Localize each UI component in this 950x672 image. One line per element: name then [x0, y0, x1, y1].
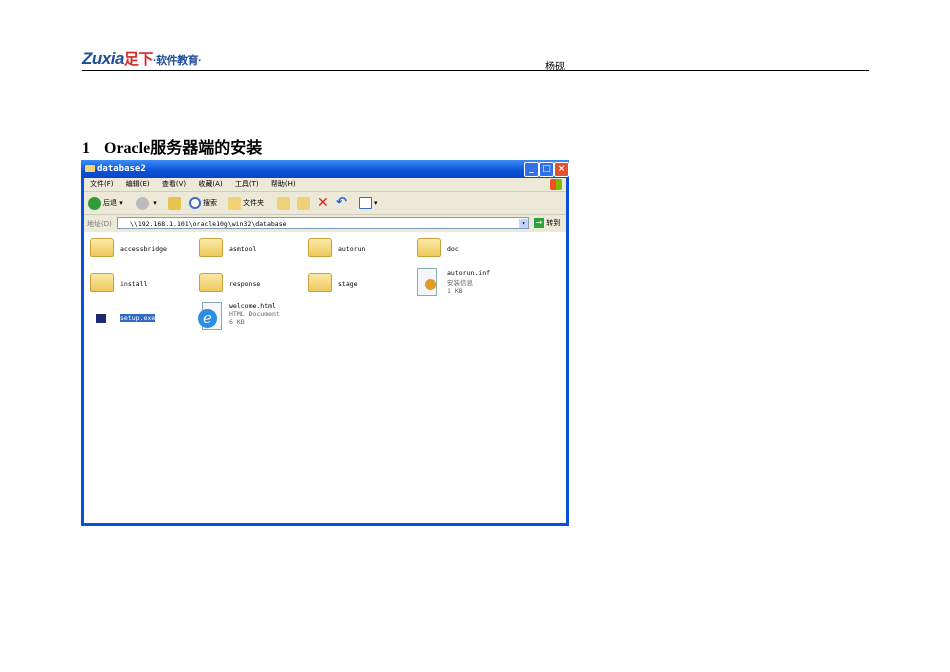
- folder-icon: [90, 238, 114, 257]
- folder-icon: [308, 273, 332, 292]
- undo-icon[interactable]: ↶: [336, 196, 347, 210]
- internet-explorer-icon: e: [198, 309, 217, 328]
- folders-button[interactable]: 文件夹: [228, 196, 264, 210]
- folders-icon: [228, 196, 241, 210]
- chevron-down-icon[interactable]: ▾: [519, 219, 528, 228]
- back-label: 后退: [103, 199, 117, 207]
- section-heading: 1 Oracle服务器端的安装: [82, 140, 263, 157]
- search-button[interactable]: 搜索: [189, 196, 217, 210]
- item-name: install: [120, 280, 148, 288]
- address-label: 地址(D): [87, 220, 112, 228]
- go-arrow-icon: →: [534, 218, 544, 228]
- folder-up-icon: [168, 196, 181, 210]
- maximize-button[interactable]: □: [539, 162, 554, 177]
- header-rule: [82, 70, 869, 71]
- folder-icon: [85, 165, 95, 172]
- item-name: autorun.inf 安装信息 1 KB: [447, 269, 491, 295]
- go-button[interactable]: → 转到: [534, 218, 560, 228]
- item-name: doc: [447, 245, 459, 253]
- search-label: 搜索: [203, 199, 217, 207]
- folder-icon: [417, 238, 441, 257]
- item-name: stage: [338, 280, 358, 288]
- forward-button[interactable]: ▾: [136, 196, 157, 210]
- menu-favorites[interactable]: 收藏(A): [198, 180, 222, 188]
- item-name: setup.exe: [120, 314, 156, 322]
- go-label: 转到: [546, 219, 561, 227]
- address-value: \\192.168.1.101\oracle10g\win32\database: [130, 220, 287, 228]
- folder-icon: [199, 238, 223, 257]
- close-button[interactable]: ×: [554, 162, 569, 177]
- menu-tools[interactable]: 工具(T): [235, 180, 259, 188]
- search-icon: [189, 197, 201, 209]
- folder-icon: [90, 273, 114, 292]
- menu-help[interactable]: 帮助(H): [271, 180, 296, 188]
- menu-edit[interactable]: 编辑(E): [126, 180, 150, 188]
- window-title: database2: [97, 164, 146, 174]
- menu-bar: 文件(F) 编辑(E) 查看(V) 收藏(A) 工具(T) 帮助(H): [84, 178, 566, 192]
- views-icon: [359, 197, 372, 209]
- file-list: accessbridge asmtool autorun doc install…: [84, 232, 566, 523]
- oracle-setup-icon: [96, 314, 106, 323]
- title-bar: database2 _ □ ×: [81, 160, 569, 178]
- item-name: response: [229, 280, 261, 288]
- folder-icon: [308, 238, 332, 257]
- document-page: Zuxia足下·软件教育· 杨砚 1 Oracle服务器端的安装 database…: [0, 0, 950, 672]
- explorer-window-screenshot: database2 _ □ × 文件(F) 编辑(E) 查看(V) 收藏(A) …: [81, 160, 569, 526]
- toolbar: 后退 ▾ ▾ 搜索 文件夹 ✕ ↶ ▾: [84, 192, 566, 215]
- minimize-button[interactable]: _: [524, 162, 539, 177]
- delete-icon[interactable]: ✕: [317, 196, 329, 210]
- up-button[interactable]: [168, 196, 183, 210]
- move-to-button[interactable]: [277, 196, 292, 210]
- copy-to-button[interactable]: [297, 196, 312, 210]
- item-name: accessbridge: [120, 245, 167, 253]
- item-name: autorun: [338, 245, 366, 253]
- folders-label: 文件夹: [243, 199, 264, 207]
- item-name: asmtool: [229, 245, 257, 253]
- copy-to-icon: [297, 196, 310, 210]
- back-button[interactable]: 后退 ▾: [88, 196, 123, 210]
- address-input[interactable]: \\192.168.1.101\oracle10g\win32\database…: [117, 217, 529, 229]
- forward-arrow-icon: [136, 196, 149, 210]
- menu-file[interactable]: 文件(F): [90, 180, 114, 188]
- menu-view[interactable]: 查看(V): [162, 180, 186, 188]
- address-bar: 地址(D) \\192.168.1.101\oracle10g\win32\da…: [84, 215, 566, 232]
- back-arrow-icon: [88, 196, 101, 210]
- zuxia-logo: Zuxia足下·软件教育·: [82, 49, 202, 68]
- folder-icon: [199, 273, 223, 292]
- item-name: welcome.html HTML Document 6 KB: [229, 302, 280, 326]
- windows-logo-icon: [550, 179, 562, 190]
- move-to-icon: [277, 196, 290, 210]
- views-button[interactable]: ▾: [359, 196, 378, 210]
- setup-info-file-icon: [417, 268, 437, 296]
